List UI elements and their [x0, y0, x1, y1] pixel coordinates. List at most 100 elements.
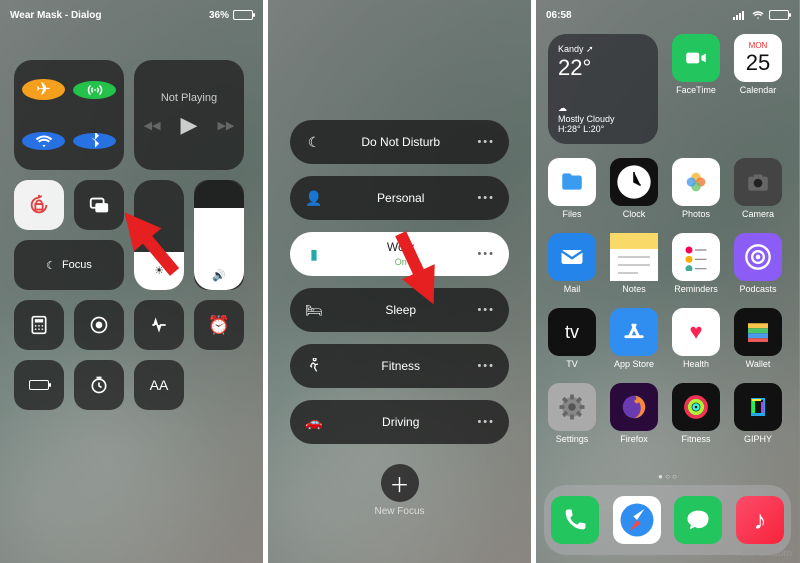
dock-phone[interactable]: [551, 496, 599, 544]
bluetooth-toggle[interactable]: [73, 133, 116, 149]
app-settings[interactable]: Settings: [548, 383, 596, 444]
app-label: Firefox: [620, 434, 648, 444]
connectivity-module[interactable]: ✈: [14, 60, 124, 170]
low-power-button[interactable]: [14, 360, 64, 410]
more-icon[interactable]: •••: [477, 136, 495, 148]
health-icon: ♥: [672, 308, 720, 356]
moon-icon: ☾: [304, 134, 324, 151]
airplane-toggle[interactable]: ✈: [22, 79, 65, 100]
firefox-icon: [610, 383, 658, 431]
tv-icon: tv: [548, 308, 596, 356]
app-label: Podcasts: [739, 284, 776, 294]
more-icon[interactable]: •••: [477, 192, 495, 204]
new-focus-button[interactable]: ＋: [381, 464, 419, 502]
wifi-toggle[interactable]: [22, 132, 65, 150]
fitness-icon: [672, 383, 720, 431]
app-label: GIPHY: [744, 434, 772, 444]
app-row-5: Settings Firefox Fitness GIPHY: [548, 383, 787, 444]
more-icon[interactable]: •••: [477, 360, 495, 372]
more-icon[interactable]: •••: [477, 248, 495, 260]
app-label: Health: [683, 359, 709, 369]
calendar-icon: MON 25: [734, 34, 782, 82]
badge-icon: ▮: [304, 246, 324, 263]
focus-label: Fitness: [336, 359, 465, 373]
focus-personal[interactable]: 👤 Personal •••: [290, 176, 509, 220]
app-clock[interactable]: Clock: [610, 158, 658, 219]
more-icon[interactable]: •••: [477, 416, 495, 428]
dock-safari[interactable]: [613, 496, 661, 544]
app-label: Wallet: [746, 359, 771, 369]
weather-temp: 22°: [558, 55, 591, 80]
fitness-icon: [304, 358, 324, 374]
giphy-icon: [734, 383, 782, 431]
person-icon: 👤: [304, 190, 324, 207]
app-facetime[interactable]: FaceTime: [672, 34, 720, 144]
app-camera[interactable]: Camera: [734, 158, 782, 219]
focus-button[interactable]: ☾ Focus: [14, 240, 124, 290]
orientation-lock-button[interactable]: [14, 180, 64, 230]
photos-icon: [672, 158, 720, 206]
notes-icon: [610, 233, 658, 281]
app-appstore[interactable]: App Store: [610, 308, 658, 369]
media-title: Not Playing: [161, 92, 217, 104]
focus-fitness[interactable]: Fitness •••: [290, 344, 509, 388]
cellular-toggle[interactable]: [73, 81, 116, 99]
page-dots[interactable]: ● ○ ○: [536, 472, 799, 481]
app-row-2: Files Clock Photos Camera: [548, 158, 787, 219]
camera-icon: [734, 158, 782, 206]
app-label: Files: [562, 209, 581, 219]
focus-dnd[interactable]: ☾ Do Not Disturb •••: [290, 120, 509, 164]
timer-button[interactable]: [74, 360, 124, 410]
alarm-button[interactable]: ⏰: [194, 300, 244, 350]
focus-driving[interactable]: 🚗 Driving •••: [290, 400, 509, 444]
app-label: Photos: [682, 209, 710, 219]
app-tv[interactable]: tv TV: [548, 308, 596, 369]
app-podcasts[interactable]: Podcasts: [734, 233, 782, 294]
app-firefox[interactable]: Firefox: [610, 383, 658, 444]
app-giphy[interactable]: GIPHY: [734, 383, 782, 444]
app-photos[interactable]: Photos: [672, 158, 720, 219]
appstore-icon: [610, 308, 658, 356]
shazam-button[interactable]: [134, 300, 184, 350]
dock-music[interactable]: ♪: [736, 496, 784, 544]
focus-sleep[interactable]: 🛏 Sleep •••: [290, 288, 509, 332]
next-track-icon[interactable]: ▶▶: [217, 119, 234, 132]
podcasts-icon: [734, 233, 782, 281]
panel-control-center: Wear Mask - Dialog 36% ✈ Not Playing: [0, 0, 263, 563]
watermark: wsxdn.com: [742, 548, 792, 559]
app-label: Calendar: [740, 85, 777, 95]
focus-label: Driving: [336, 415, 465, 429]
dock-messages[interactable]: [674, 496, 722, 544]
app-label: Clock: [623, 209, 646, 219]
facetime-icon: [672, 34, 720, 82]
prev-track-icon[interactable]: ◀◀: [144, 119, 161, 132]
panel-home-screen: 06:58 Kandy ➚ 22° ☁ Mostly Cloudy H:28° …: [536, 0, 799, 563]
more-icon[interactable]: •••: [477, 304, 495, 316]
screen-record-button[interactable]: [74, 300, 124, 350]
app-label: Settings: [556, 434, 589, 444]
app-label: Camera: [742, 209, 774, 219]
mail-icon: [548, 233, 596, 281]
focus-label: Sleep: [336, 303, 465, 317]
play-icon[interactable]: ▶: [181, 112, 198, 138]
app-label: FaceTime: [676, 85, 716, 95]
app-mail[interactable]: Mail: [548, 233, 596, 294]
app-notes[interactable]: Notes: [610, 233, 658, 294]
panel-focus-list: ☾ Do Not Disturb ••• 👤 Personal ••• ▮ Wo…: [268, 0, 531, 563]
app-row-4: tv TV App Store ♥ Health Wallet: [548, 308, 787, 369]
volume-slider[interactable]: 🔊: [194, 180, 244, 290]
text-size-button[interactable]: AA: [134, 360, 184, 410]
calculator-button[interactable]: [14, 300, 64, 350]
app-fitness[interactable]: Fitness: [672, 383, 720, 444]
app-calendar[interactable]: MON 25 Calendar: [734, 34, 782, 144]
app-files[interactable]: Files: [548, 158, 596, 219]
weather-widget[interactable]: Kandy ➚ 22° ☁ Mostly Cloudy H:28° L:20°: [548, 34, 658, 144]
app-wallet[interactable]: Wallet: [734, 308, 782, 369]
dock: ♪: [544, 485, 791, 555]
app-reminders[interactable]: Reminders: [672, 233, 720, 294]
app-health[interactable]: ♥ Health: [672, 308, 720, 369]
app-row-3: Mail Notes Reminders Podcasts: [548, 233, 787, 294]
media-module[interactable]: Not Playing ◀◀ ▶ ▶▶: [134, 60, 244, 170]
app-label: Notes: [622, 284, 646, 294]
weather-cond: Mostly Cloudy: [558, 114, 615, 124]
